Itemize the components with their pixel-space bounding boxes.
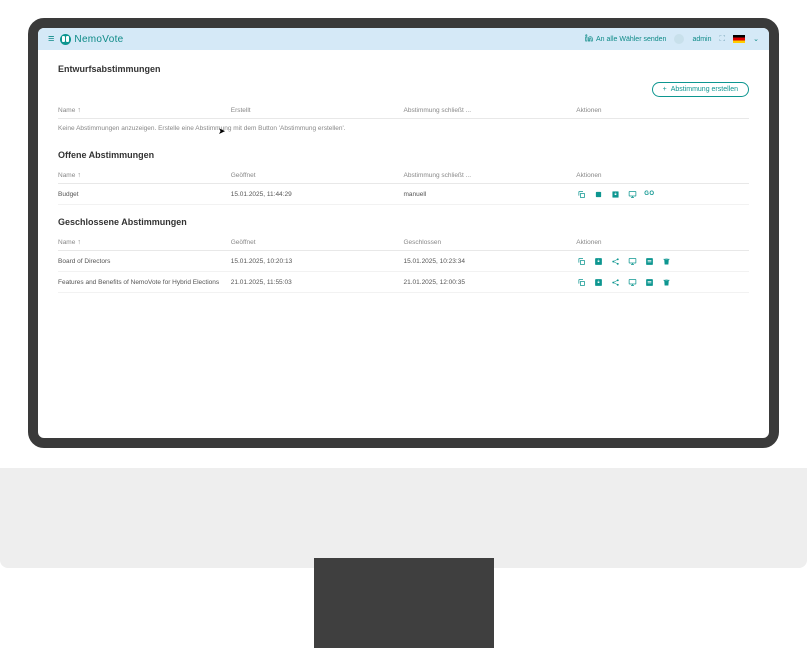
col-actions-header: Aktionen [576, 239, 749, 246]
drafts-section-title: Entwurfsabstimmungen [58, 64, 749, 74]
app-screen: ≡ NemoVote An alle Wähler senden admin ⛶… [28, 18, 779, 448]
download-icon[interactable] [610, 189, 620, 199]
delete-icon[interactable] [661, 277, 671, 287]
col-closes-header[interactable]: Abstimmung schließt ... [404, 172, 577, 179]
create-vote-button[interactable]: + Abstimmung erstellen [652, 82, 749, 97]
drafts-empty-message: Keine Abstimmungen anzuzeigen. Erstelle … [58, 119, 749, 138]
share-icon[interactable] [610, 256, 620, 266]
row-name: Board of Directors [58, 258, 231, 265]
sort-asc-icon: ↑ [77, 239, 81, 246]
col-closes-header[interactable]: Abstimmung schließt ... [404, 107, 577, 114]
present-icon[interactable] [627, 256, 637, 266]
delete-icon[interactable] [661, 256, 671, 266]
row-opened: 21.01.2025, 11:55:03 [231, 279, 404, 286]
col-name-header[interactable]: Name ↑ [58, 239, 231, 246]
open-section-title: Offene Abstimmungen [58, 150, 749, 160]
plus-icon: + [663, 86, 667, 93]
present-icon[interactable] [627, 277, 637, 287]
table-row[interactable]: Budget 15.01.2025, 11:44:29 manuell GO [58, 184, 749, 205]
row-opened: 15.01.2025, 10:20:13 [231, 258, 404, 265]
sort-asc-icon: ↑ [77, 107, 81, 114]
row-actions [576, 277, 749, 287]
closed-table-header: Name ↑ Geöffnet Geschlossen Aktionen [58, 235, 749, 251]
row-closes: manuell [404, 191, 577, 198]
col-opened-header[interactable]: Geöffnet [231, 172, 404, 179]
col-name-header[interactable]: Name ↑ [58, 172, 231, 179]
header-right: An alle Wähler senden admin ⛶ ⌄ [585, 34, 759, 44]
go-icon[interactable]: GO [644, 189, 654, 199]
row-closed: 21.01.2025, 12:00:35 [404, 279, 577, 286]
present-icon[interactable] [627, 189, 637, 199]
row-opened: 15.01.2025, 11:44:29 [231, 191, 404, 198]
copy-icon[interactable] [576, 256, 586, 266]
copy-icon[interactable] [576, 189, 586, 199]
col-actions-header: Aktionen [576, 107, 749, 114]
send-icon [585, 34, 593, 44]
locale-dropdown-caret[interactable]: ⌄ [753, 35, 759, 43]
col-created-header[interactable]: Erstellt [231, 107, 404, 114]
copy-icon[interactable] [576, 277, 586, 287]
avatar[interactable] [674, 34, 684, 44]
row-closed: 15.01.2025, 10:23:34 [404, 258, 577, 265]
menu-icon[interactable]: ≡ [48, 33, 54, 45]
username-link[interactable]: admin [692, 36, 711, 43]
main-content: Entwurfsabstimmungen + Abstimmung erstel… [38, 50, 769, 303]
fullscreen-icon[interactable]: ⛶ [720, 34, 726, 44]
open-table-header: Name ↑ Geöffnet Abstimmung schließt ... … [58, 168, 749, 184]
brand-name: NemoVote [74, 34, 123, 45]
report-icon[interactable] [644, 256, 654, 266]
col-closed-header[interactable]: Geschlossen [404, 239, 577, 246]
row-name: Budget [58, 191, 231, 198]
report-icon[interactable] [644, 277, 654, 287]
monitor-base [0, 468, 807, 568]
row-name: Features and Benefits of NemoVote for Hy… [58, 279, 231, 286]
row-actions [576, 256, 749, 266]
stop-icon[interactable] [593, 189, 603, 199]
closed-section-title: Geschlossene Abstimmungen [58, 217, 749, 227]
drafts-table-header: Name ↑ Erstellt Abstimmung schließt ... … [58, 103, 749, 119]
col-opened-header[interactable]: Geöffnet [231, 239, 404, 246]
locale-flag-de[interactable] [733, 35, 745, 43]
col-actions-header: Aktionen [576, 172, 749, 179]
row-actions: GO [576, 189, 749, 199]
brand-logo[interactable]: NemoVote [60, 34, 123, 45]
col-name-header[interactable]: Name ↑ [58, 107, 231, 114]
table-row[interactable]: Board of Directors 15.01.2025, 10:20:13 … [58, 251, 749, 272]
download-icon[interactable] [593, 277, 603, 287]
logo-icon [60, 34, 71, 45]
send-all-voters-link[interactable]: An alle Wähler senden [585, 34, 666, 44]
download-icon[interactable] [593, 256, 603, 266]
monitor-stand [314, 558, 494, 648]
sort-asc-icon: ↑ [77, 172, 81, 179]
share-icon[interactable] [610, 277, 620, 287]
send-all-label: An alle Wähler senden [596, 36, 666, 43]
table-row[interactable]: Features and Benefits of NemoVote for Hy… [58, 272, 749, 293]
create-vote-label: Abstimmung erstellen [671, 86, 738, 93]
top-header: ≡ NemoVote An alle Wähler senden admin ⛶… [38, 28, 769, 50]
